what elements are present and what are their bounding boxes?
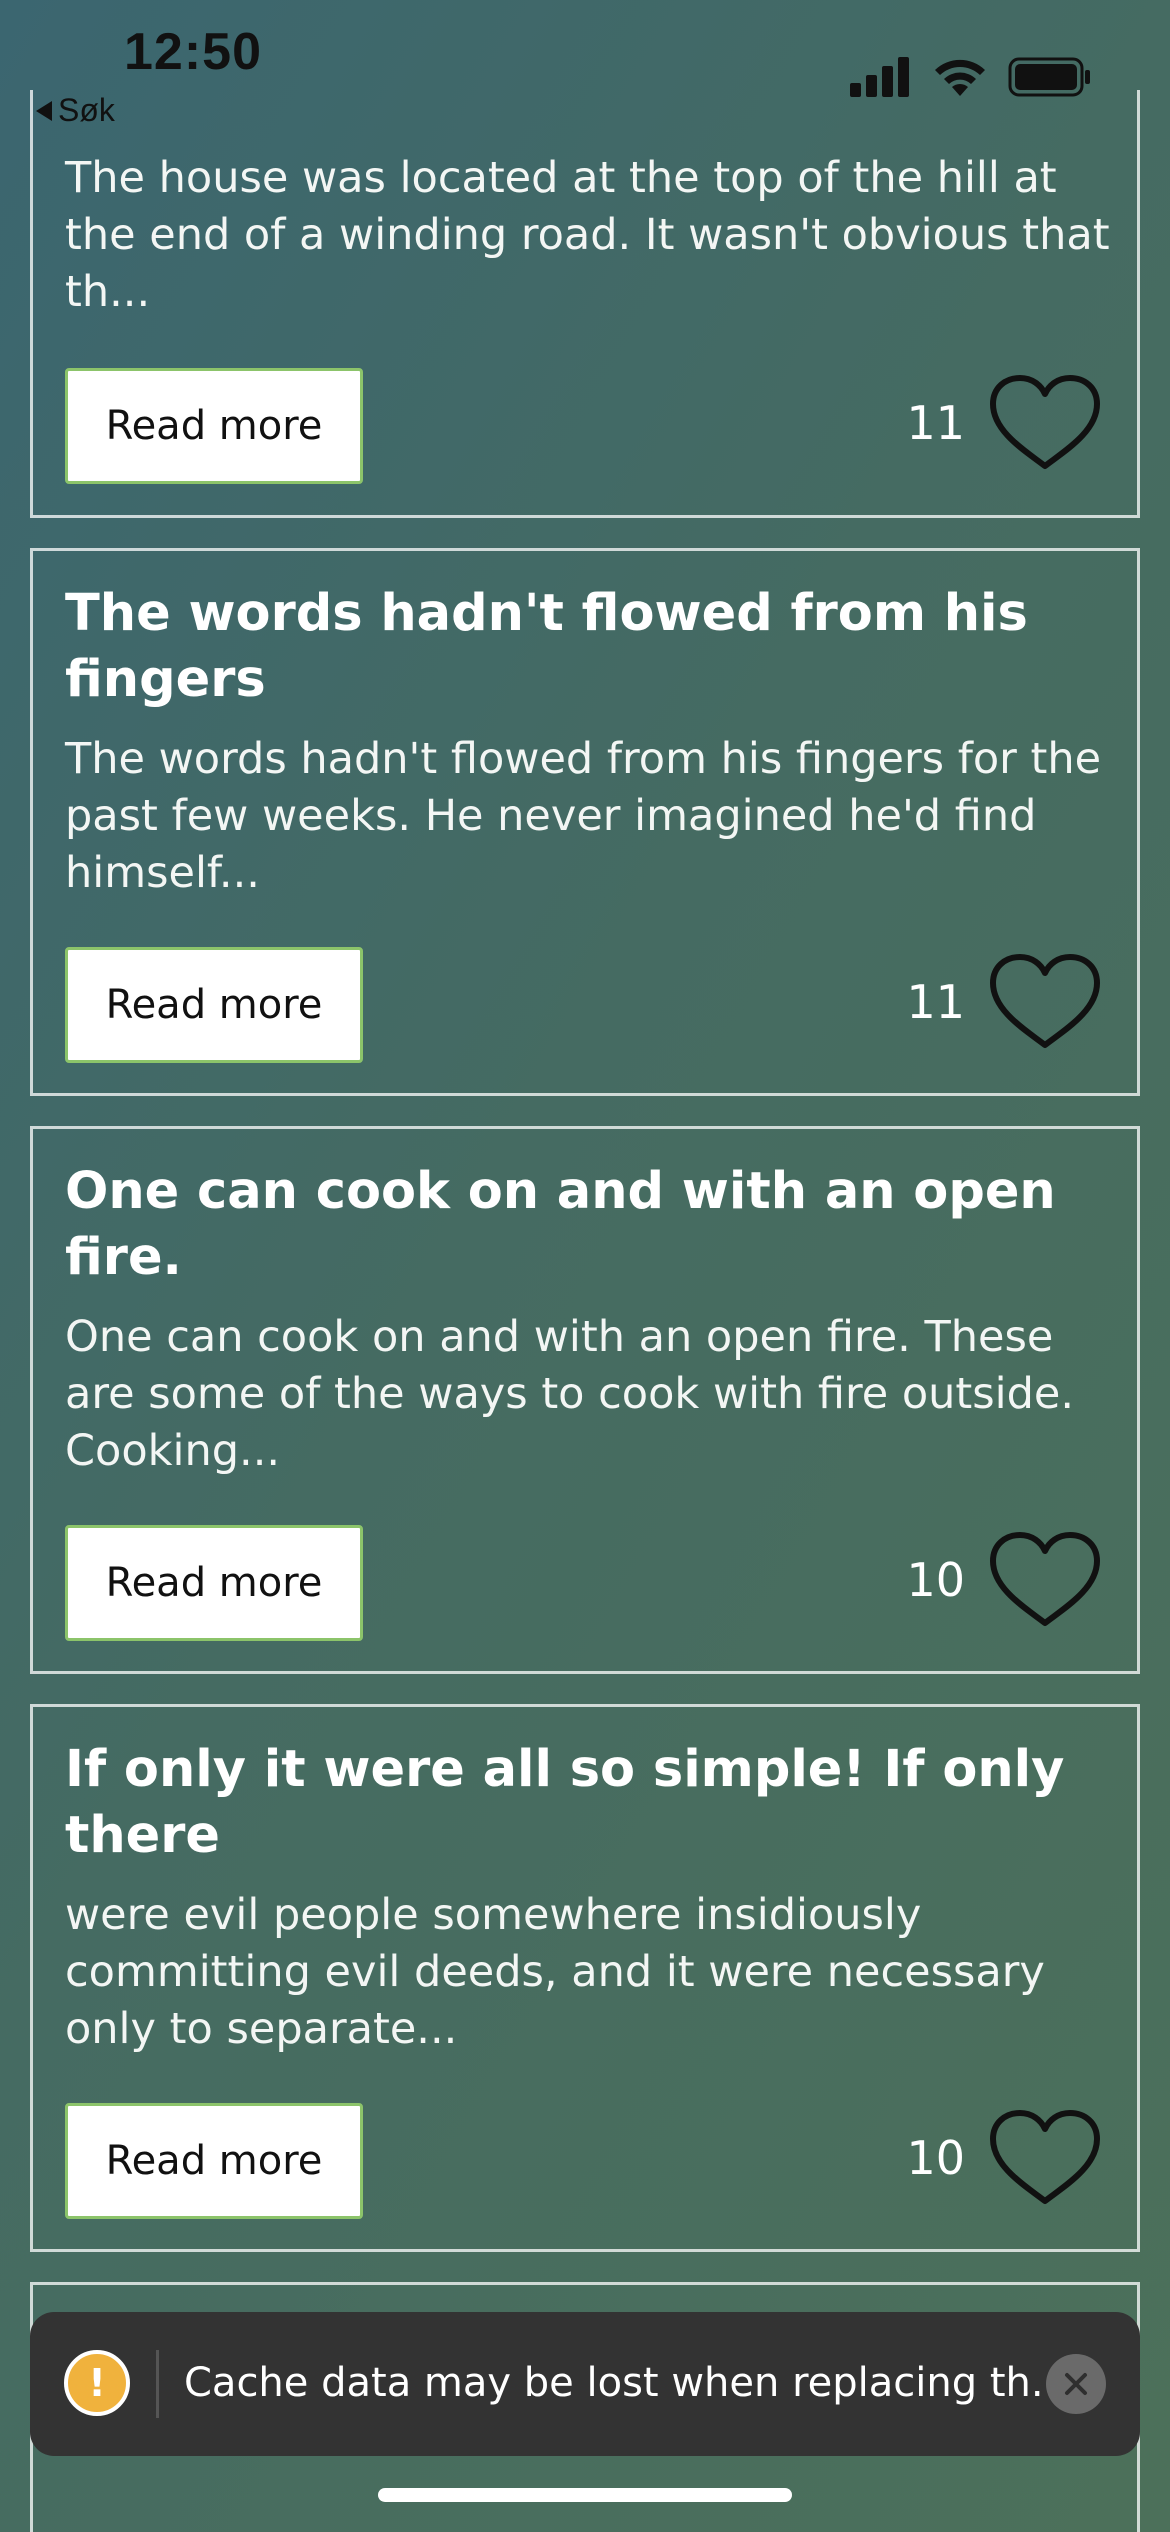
post-card: The words hadn't flowed from his fingers… [30,548,1140,1096]
toast-divider [156,2350,159,2418]
like-count: 11 [906,396,965,450]
heart-icon[interactable] [987,953,1103,1053]
post-excerpt: The house was located at the top of the … [65,153,1110,317]
read-more-button[interactable]: Read more [65,368,363,484]
heart-icon[interactable] [987,1531,1103,1631]
post-title[interactable]: One can cook on and with an open fire. [65,1159,1105,1291]
toast-message: Cache data may be lost when replacing th… [184,2360,1044,2406]
cache-warning-toast: ! Cache data may be lost when replacing … [30,2312,1140,2456]
heart-icon[interactable] [987,2109,1103,2209]
post-excerpt: One can cook on and with an open fire. T… [65,1312,1075,1476]
close-x-icon [1065,2373,1087,2395]
like-count: 10 [906,1553,965,1607]
close-icon[interactable] [1046,2354,1106,2414]
read-more-button[interactable]: Read more [65,947,363,1063]
post-card: If only it were all so simple! If only t… [30,1704,1140,2252]
like-count: 11 [906,975,965,1029]
post-card: The house was located at the top of the … [30,90,1140,518]
post-card: One can cook on and with an open fire. O… [30,1126,1140,1674]
heart-icon[interactable] [987,374,1103,474]
read-more-button[interactable]: Read more [65,1525,363,1641]
post-title[interactable]: The words hadn't flowed from his fingers [65,581,1105,713]
home-indicator[interactable] [378,2488,792,2502]
post-title[interactable]: If only it were all so simple! If only t… [65,1737,1105,1869]
post-excerpt: The words hadn't flowed from his fingers… [65,734,1102,898]
post-excerpt: were evil people somewhere insidiously c… [65,1890,1045,2054]
read-more-button[interactable]: Read more [65,2103,363,2219]
like-count: 10 [906,2131,965,2185]
status-time: 12:50 [124,23,262,81]
warning-icon: ! [64,2350,130,2416]
